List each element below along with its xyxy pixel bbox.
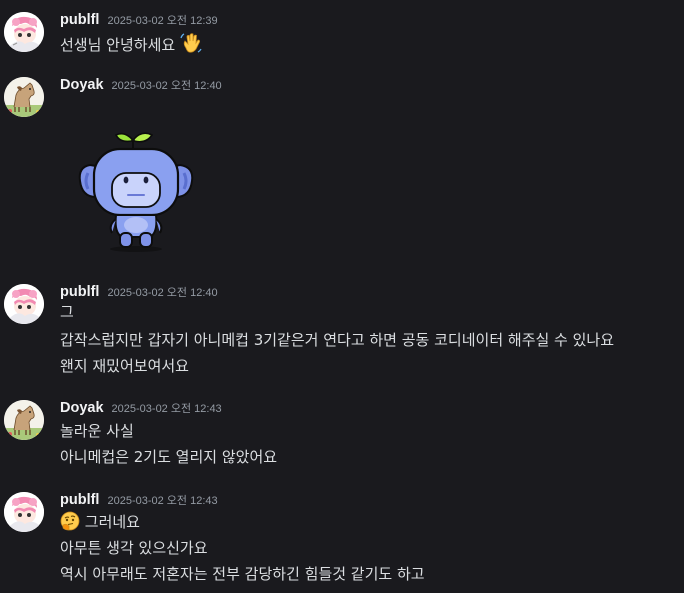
horse-avatar-icon (4, 400, 44, 440)
anime-avatar-icon (4, 284, 44, 324)
avatar[interactable] (4, 284, 44, 324)
avatar[interactable] (4, 77, 44, 117)
message-header: publfl 2025-03-02 오전 12:39 (60, 12, 218, 32)
username[interactable]: publfl (60, 284, 99, 300)
message-text: 선생님 안녕하세요 (60, 36, 176, 54)
horse-avatar-icon (4, 77, 44, 117)
avatar[interactable] (4, 492, 44, 532)
timestamp: 2025-03-02 오전 12:40 (111, 80, 222, 92)
username[interactable]: publfl (60, 492, 99, 508)
message-line: 그 (60, 303, 74, 321)
message-line: 아무튼 생각 있으신가요 (60, 539, 208, 557)
sticker[interactable] (76, 125, 206, 255)
chat-message-list: publfl 2025-03-02 오전 12:39 선생님 안녕하세요 Doy… (0, 0, 684, 593)
message-header: publfl 2025-03-02 오전 12:43 (60, 492, 218, 512)
message-header: Doyak 2025-03-02 오전 12:43 (60, 400, 222, 420)
message-line: 역시 아무래도 저혼자는 전부 감당하긴 힘들것 같기도 하고 (60, 565, 425, 583)
timestamp: 2025-03-02 오전 12:43 (107, 495, 218, 507)
avatar[interactable] (4, 12, 44, 52)
username[interactable]: Doyak (60, 400, 104, 416)
waving-hand-icon (180, 32, 202, 60)
thinking-face-icon (60, 511, 80, 537)
message-text: 그러네요 (84, 513, 140, 531)
message-header: publfl 2025-03-02 오전 12:40 (60, 284, 218, 304)
username[interactable]: Doyak (60, 77, 104, 93)
anime-avatar-icon (4, 492, 44, 532)
timestamp: 2025-03-02 오전 12:39 (107, 15, 218, 27)
wumpus-sticker-icon (78, 132, 194, 252)
timestamp: 2025-03-02 오전 12:43 (111, 403, 222, 415)
message-header: Doyak 2025-03-02 오전 12:40 (60, 77, 222, 97)
message-line: 아니메컵은 2기도 열리지 않았어요 (60, 448, 278, 466)
timestamp: 2025-03-02 오전 12:40 (107, 287, 218, 299)
avatar[interactable] (4, 400, 44, 440)
anime-avatar-icon (4, 12, 44, 52)
message-line: 놀라운 사실 (60, 422, 134, 440)
message-line: 왠지 재밌어보여서요 (60, 357, 189, 375)
message-line: 그러네요 (60, 511, 140, 537)
message-line: 선생님 안녕하세요 (60, 32, 202, 60)
message-line: 갑작스럽지만 갑자기 아니메컵 3기같은거 연다고 하면 공동 코디네이터 해주… (60, 331, 615, 349)
username[interactable]: publfl (60, 12, 99, 28)
